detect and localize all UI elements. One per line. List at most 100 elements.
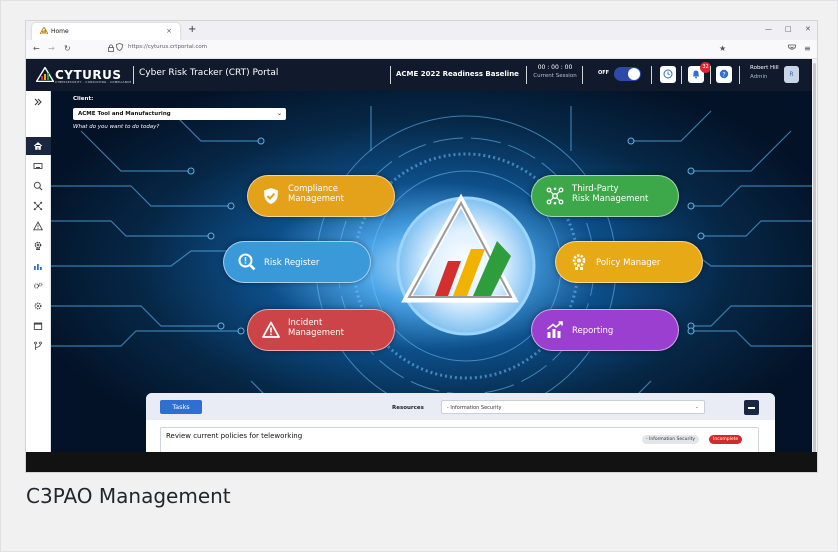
network-nodes-icon xyxy=(546,187,564,205)
tasks-panel-header: Tasks Resources - Information Security ⌄ xyxy=(146,393,775,420)
home-dashboard: Client: ACME Tool and Manufacturing ⌄ Wh… xyxy=(51,91,817,472)
policy-gear-icon xyxy=(572,254,586,270)
lock-icon[interactable] xyxy=(108,44,114,54)
browser-tab-home[interactable]: Home × xyxy=(32,23,180,40)
reload-icon[interactable]: ↻ xyxy=(64,44,71,53)
close-tab-icon[interactable]: × xyxy=(166,27,172,35)
task-description: Review current policies for teleworking xyxy=(166,432,303,440)
module-label: Compliance Management xyxy=(288,184,344,204)
resources-select-value: - Information Security xyxy=(447,405,502,411)
back-arrow-icon[interactable]: ← xyxy=(33,44,40,53)
tasks-button[interactable]: Tasks xyxy=(160,400,202,414)
new-tab-button[interactable]: + xyxy=(188,24,196,35)
help-button[interactable]: ? xyxy=(716,66,732,83)
portal-title: Cyber Risk Tracker (CRT) Portal xyxy=(139,68,279,78)
tracking-shield-icon[interactable] xyxy=(116,43,123,53)
magnifier-alert-icon xyxy=(238,253,256,271)
help-icon: ? xyxy=(719,69,729,78)
sidebar-item-home[interactable] xyxy=(26,137,51,155)
module-compliance-management[interactable]: Compliance Management xyxy=(247,175,395,217)
bookmark-star-icon[interactable]: ★ xyxy=(719,44,726,53)
clock-button[interactable] xyxy=(660,66,676,83)
logo-tagline: CYBERSECURITY · CONSULTING · COMPLIANCE xyxy=(55,80,132,84)
chevron-down-icon: ⌄ xyxy=(276,110,282,117)
sidebar-item-integrations[interactable] xyxy=(26,337,51,355)
module-risk-register[interactable]: Risk Register xyxy=(223,241,371,283)
policy-gear-icon xyxy=(34,241,42,250)
branch-icon xyxy=(34,341,42,350)
maximize-window-button[interactable]: □ xyxy=(785,25,792,33)
gears-icon xyxy=(33,282,43,289)
status-badge: Incomplete xyxy=(709,435,743,444)
module-policy-manager[interactable]: Policy Manager xyxy=(555,241,703,283)
chart-trend-icon xyxy=(546,321,563,338)
toggle-knob xyxy=(628,68,640,80)
chevron-down-icon: ⌄ xyxy=(694,404,699,410)
user-role: Admin xyxy=(750,74,768,80)
module-reporting[interactable]: Reporting xyxy=(531,309,679,351)
module-incident-management[interactable]: Incident Management xyxy=(247,309,395,351)
sidebar-item-calendar[interactable] xyxy=(26,317,51,335)
sidebar-item-third-party[interactable] xyxy=(26,197,51,215)
client-select[interactable]: ACME Tool and Manufacturing ⌄ xyxy=(73,108,286,120)
page-scrollbar[interactable] xyxy=(812,59,817,472)
avatar[interactable]: R xyxy=(784,66,799,83)
sidebar-item-reporting[interactable] xyxy=(26,257,51,275)
pocket-icon[interactable] xyxy=(788,44,796,53)
session-timer-value: 00 : 00 : 00 xyxy=(537,64,573,71)
header-divider xyxy=(526,66,527,84)
collapse-panel-button[interactable] xyxy=(744,400,759,415)
header-divider xyxy=(651,66,652,84)
sidebar-item-risk-register[interactable] xyxy=(26,177,51,195)
video-frame-strip xyxy=(26,452,817,472)
browser-tab-bar: Home × + — □ ✕ xyxy=(26,21,817,40)
header-divider xyxy=(681,66,682,84)
resources-select[interactable]: - Information Security ⌄ xyxy=(441,400,705,414)
sidebar xyxy=(26,91,51,472)
forward-arrow-icon[interactable]: → xyxy=(48,44,55,53)
calendar-icon xyxy=(33,322,43,330)
search-icon xyxy=(33,181,43,191)
cyturus-logo[interactable]: CYTURUS CYBERSECURITY · CONSULTING · COM… xyxy=(36,65,136,85)
network-icon xyxy=(33,201,43,211)
menu-hamburger-icon[interactable]: ≡ xyxy=(804,44,811,53)
header-divider xyxy=(582,66,583,84)
sidebar-item-policy[interactable] xyxy=(26,237,51,255)
url-field[interactable]: https://cyturus.crtportal.com xyxy=(128,44,207,50)
prompt-text: What do you want to do today? xyxy=(73,124,160,130)
module-label: Third-Party Risk Management xyxy=(572,184,649,204)
sidebar-item-admin[interactable] xyxy=(26,297,51,315)
sidebar-expand-button[interactable] xyxy=(26,93,51,111)
session-timer-label: Current Session xyxy=(533,73,577,79)
session-toggle[interactable] xyxy=(614,67,641,81)
page: Home × + — □ ✕ ← → ↻ https://cyturus.crt… xyxy=(0,0,838,552)
close-window-button[interactable]: ✕ xyxy=(805,25,811,33)
gear-icon xyxy=(34,302,42,310)
baseline-selector[interactable]: ACME 2022 Readiness Baseline xyxy=(396,70,519,78)
module-third-party-risk[interactable]: Third-Party Risk Management xyxy=(531,175,679,217)
user-name: Robert Hill xyxy=(750,65,779,71)
bar-chart-icon xyxy=(34,264,42,270)
cyturus-logo-icon xyxy=(36,67,54,82)
client-label: Client: xyxy=(73,96,94,102)
scrollbar-thumb[interactable] xyxy=(813,63,816,458)
header-divider xyxy=(739,66,740,84)
bell-icon xyxy=(693,70,699,79)
sidebar-item-incidents[interactable] xyxy=(26,217,51,235)
tablet-icon xyxy=(33,163,43,169)
cyturus-favicon-icon xyxy=(39,25,49,36)
minimize-window-button[interactable]: — xyxy=(765,25,772,33)
shield-check-icon xyxy=(264,188,278,204)
browser-tab-title: Home xyxy=(51,28,69,35)
clock-icon xyxy=(663,69,673,79)
user-info[interactable]: Robert Hill Admin xyxy=(750,65,779,80)
resources-label: Resources xyxy=(392,405,424,411)
slide-caption: C3PAO Management xyxy=(26,484,231,508)
header-divider xyxy=(710,66,711,84)
module-label: Reporting xyxy=(572,326,614,336)
header-divider xyxy=(390,66,391,84)
sidebar-item-compliance[interactable] xyxy=(26,157,51,175)
home-icon xyxy=(33,142,43,150)
sidebar-item-settings[interactable] xyxy=(26,277,51,295)
double-chevron-right-icon xyxy=(34,98,42,106)
